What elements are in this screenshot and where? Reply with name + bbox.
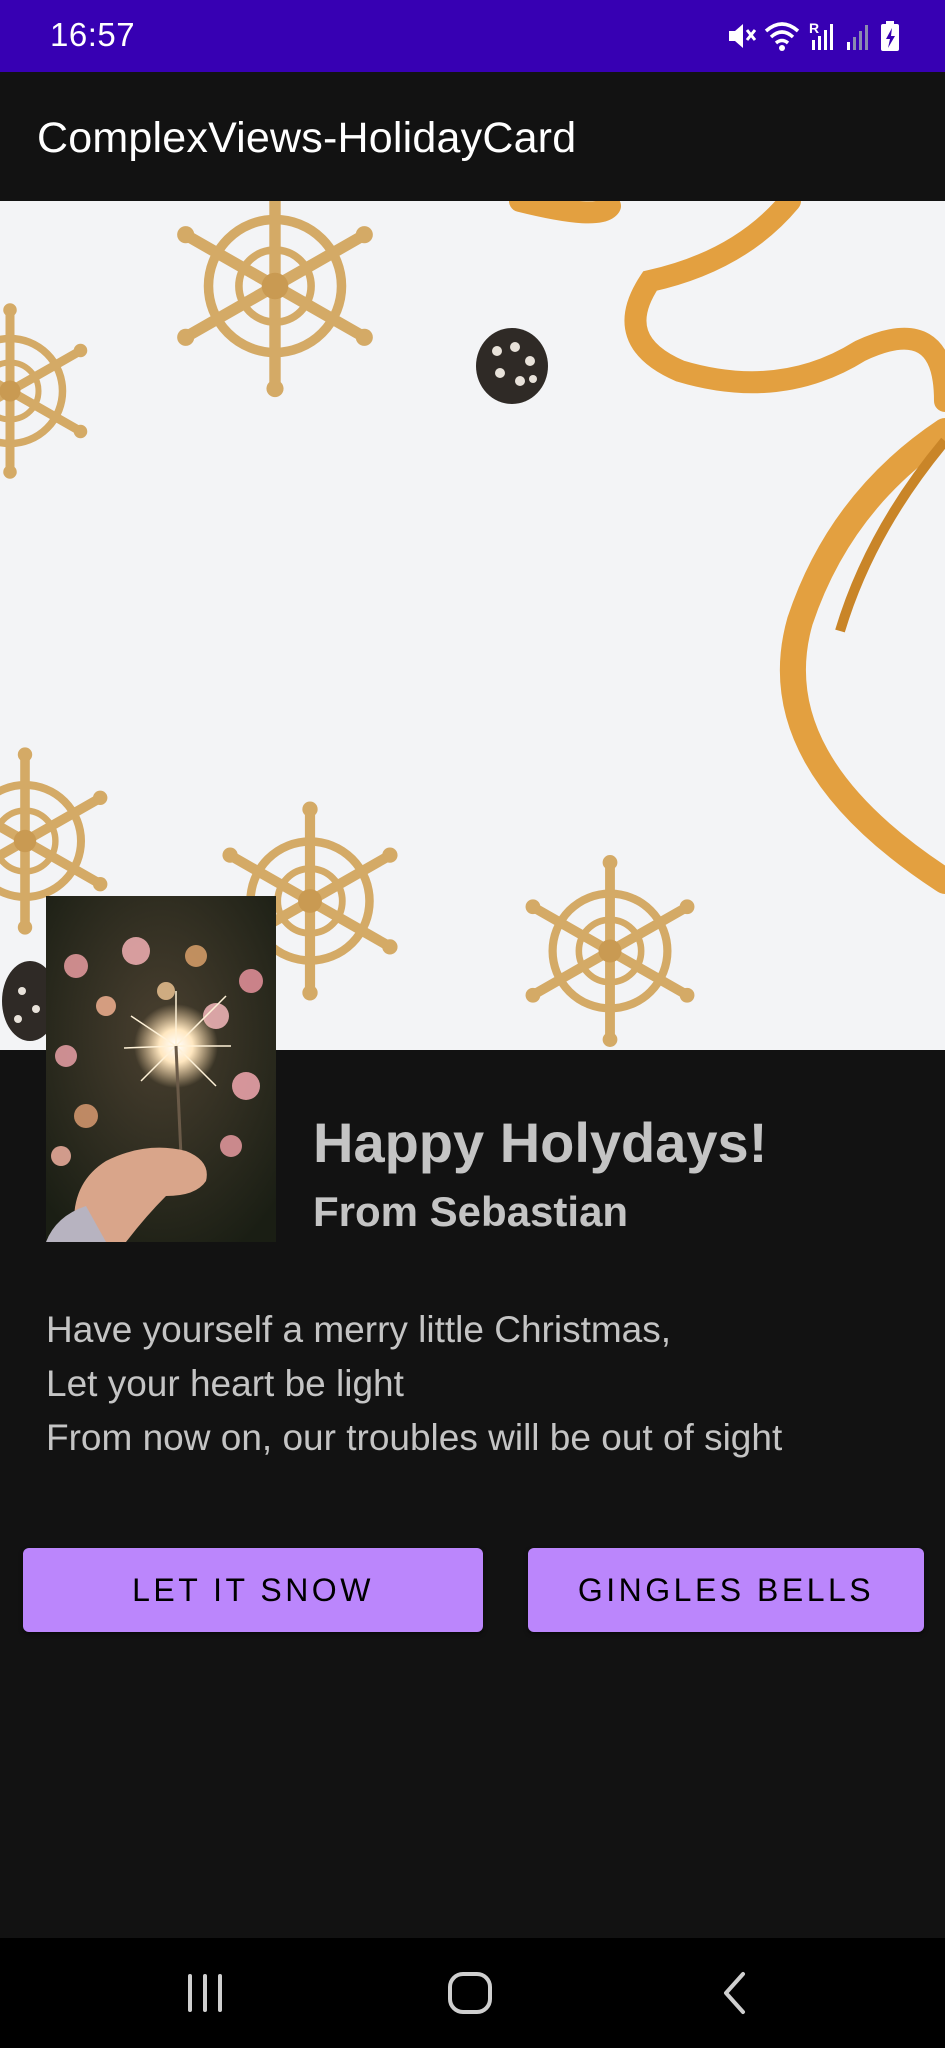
wifi-icon [764, 22, 800, 51]
sender-subtitle: From Sebastian [313, 1188, 629, 1235]
card-message: Have yourself a merry little Christmas, … [46, 1303, 926, 1465]
roaming-signal-icon: R [809, 20, 833, 50]
roaming-letter: R [809, 20, 819, 36]
let-it-snow-button[interactable]: LET IT SNOW [23, 1548, 483, 1632]
message-line: Let your heart be light [46, 1363, 404, 1404]
greeting-title: Happy Holydays! [313, 1111, 768, 1174]
status-icons: R [726, 16, 900, 56]
battery-charging-icon [881, 21, 899, 51]
home-icon[interactable] [440, 1963, 500, 2023]
recents-icon[interactable] [175, 1963, 235, 2023]
gingles-bells-button[interactable]: GINGLES BELLS [528, 1548, 924, 1632]
message-line: From now on, our troubles will be out of… [46, 1417, 783, 1458]
app-title: ComplexViews-HolidayCard [37, 114, 577, 162]
status-time: 16:57 [50, 16, 136, 53]
navigation-bar [0, 1938, 945, 2048]
message-line: Have yourself a merry little Christmas, [46, 1309, 672, 1350]
app-bar: ComplexViews-HolidayCard [0, 72, 945, 201]
mute-icon [729, 24, 756, 48]
status-bar: 16:57 R [0, 0, 945, 72]
sparkler-bokeh-image [46, 896, 276, 1242]
signal-icon [847, 25, 868, 50]
back-icon[interactable] [705, 1963, 765, 2023]
